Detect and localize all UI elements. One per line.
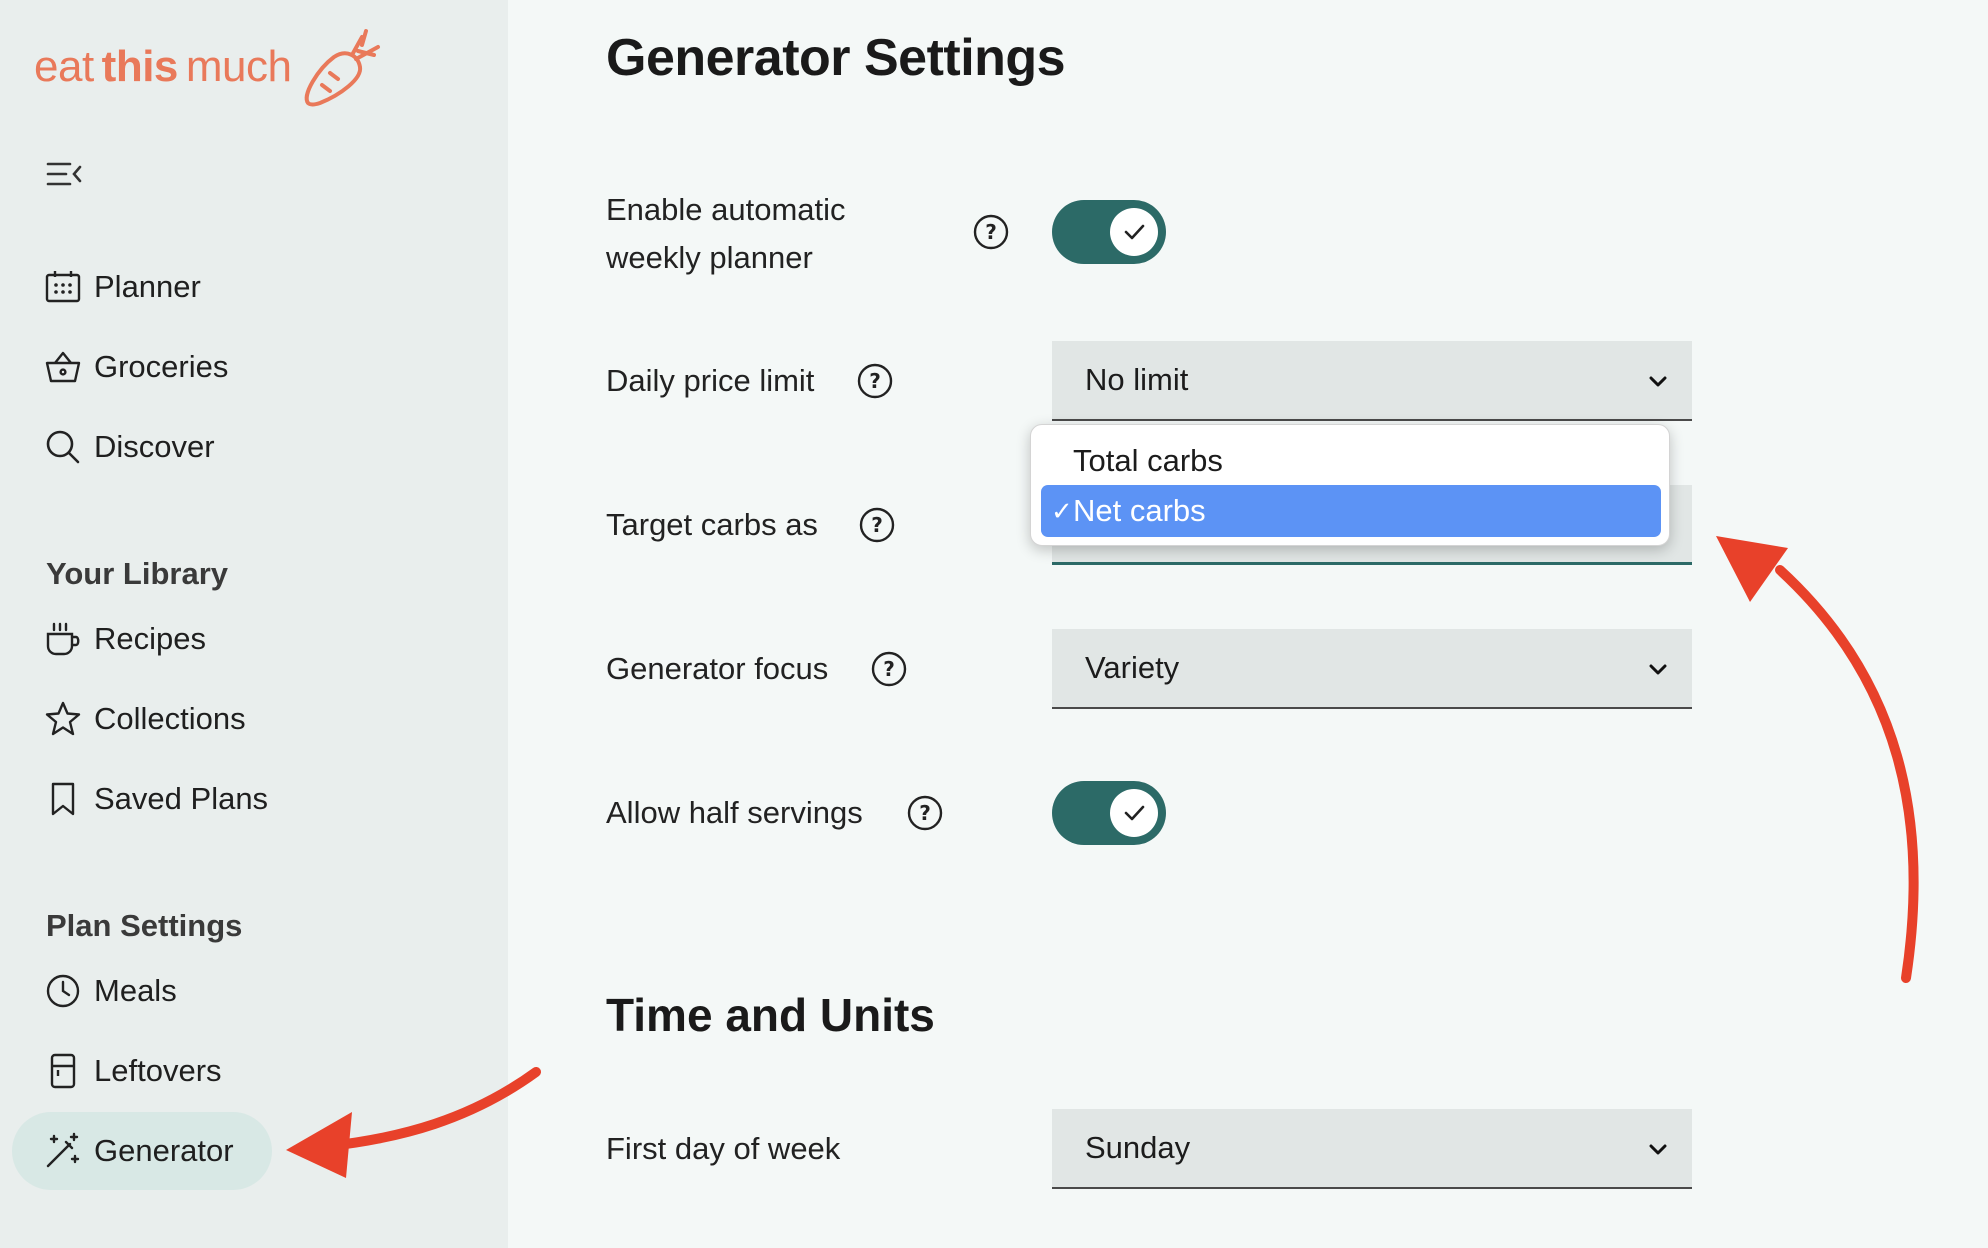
check-icon: [1124, 805, 1145, 821]
sidebar-item-label: Groceries: [94, 349, 229, 384]
first-day-select[interactable]: Sunday: [1052, 1109, 1692, 1189]
sidebar-item-groceries[interactable]: Groceries: [12, 328, 272, 406]
price-limit-label: Daily price limit: [606, 363, 815, 398]
star-icon: [45, 701, 81, 736]
carbs-option-total[interactable]: Total carbs: [1041, 435, 1661, 487]
generator-focus-value: Variety: [1085, 650, 1180, 685]
sidebar-item-planner[interactable]: Planner: [12, 248, 272, 326]
weekly-planner-toggle[interactable]: [1052, 200, 1166, 264]
sidebar-item-label: Meals: [94, 973, 177, 1008]
option-label: Net carbs: [1073, 493, 1206, 528]
menu-collapse-icon: [46, 162, 82, 186]
generator-focus-select[interactable]: Variety: [1052, 629, 1692, 709]
container-icon: [50, 1053, 76, 1089]
sidebar-item-label: Planner: [94, 269, 201, 304]
toggle-knob: [1110, 789, 1158, 837]
time-units-heading: Time and Units: [606, 989, 935, 1041]
focus-label: Generator focus: [606, 651, 829, 686]
page-title: Generator Settings: [606, 29, 1066, 87]
search-icon: [46, 430, 80, 464]
sidebar-item-generator[interactable]: Generator: [12, 1112, 272, 1190]
basket-icon: [45, 351, 81, 383]
svg-text:?: ?: [919, 801, 931, 825]
sidebar-item-discover[interactable]: Discover: [12, 408, 272, 486]
chevron-down-icon: [1649, 664, 1667, 675]
collapse-menu-button[interactable]: [44, 156, 84, 192]
cup-icon: [46, 622, 80, 656]
first-day-value: Sunday: [1085, 1130, 1191, 1165]
weekly-planner-label-line1: Enable automatic: [606, 192, 846, 227]
svg-text:?: ?: [871, 513, 883, 537]
carbs-option-net[interactable]: ✓ Net carbs: [1041, 485, 1661, 537]
help-icon[interactable]: ?: [972, 213, 1010, 251]
toggle-knob: [1110, 208, 1158, 256]
sidebar-item-label: Leftovers: [94, 1053, 222, 1088]
svg-text:?: ?: [985, 220, 997, 244]
svg-text:?: ?: [869, 369, 881, 393]
svg-text:?: ?: [883, 657, 895, 681]
logo-word-much: much: [185, 42, 292, 91]
carrot-logo-icon: [304, 29, 380, 107]
sidebar-item-label: Generator: [94, 1133, 234, 1168]
calendar-icon: [45, 271, 81, 303]
bookmark-icon: [51, 782, 75, 816]
sidebar-item-label: Saved Plans: [94, 781, 269, 816]
clock-icon: [46, 974, 80, 1008]
plan-settings-heading: Plan Settings: [46, 908, 243, 943]
sidebar-item-saved-plans[interactable]: Saved Plans: [12, 760, 272, 838]
sidebar-item-label: Discover: [94, 429, 215, 464]
sidebar-item-label: Recipes: [94, 621, 206, 656]
check-icon: [1124, 224, 1145, 240]
sidebar-item-meals[interactable]: Meals: [12, 952, 272, 1030]
chevron-down-icon: [1649, 1144, 1667, 1155]
checkmark-icon: ✓: [1051, 495, 1073, 526]
annotation-arrow-carbs: [1716, 536, 1919, 983]
price-limit-select[interactable]: No limit: [1052, 341, 1692, 421]
app-logo[interactable]: eat this much: [34, 22, 382, 112]
logo-word-eat: eat: [34, 42, 94, 91]
help-icon[interactable]: ?: [856, 362, 894, 400]
logo-word-this: this: [101, 42, 179, 91]
option-label: Total carbs: [1073, 443, 1223, 478]
sidebar-item-label: Collections: [94, 701, 246, 736]
carbs-label: Target carbs as: [606, 507, 818, 542]
price-limit-value: No limit: [1085, 362, 1189, 397]
help-icon[interactable]: ?: [858, 506, 896, 544]
sidebar-item-collections[interactable]: Collections: [12, 680, 272, 758]
first-day-label: First day of week: [606, 1131, 841, 1166]
sidebar: eat this much Planner Groceries Discover…: [0, 0, 508, 1248]
your-library-heading: Your Library: [46, 556, 229, 591]
weekly-planner-label-line2: weekly planner: [606, 240, 813, 275]
magic-wand-icon: [46, 1132, 80, 1168]
half-servings-toggle[interactable]: [1052, 781, 1166, 845]
help-icon[interactable]: ?: [906, 794, 944, 832]
help-icon[interactable]: ?: [870, 650, 908, 688]
weekly-planner-label: Enable automatic weekly planner: [606, 186, 846, 282]
half-servings-label: Allow half servings: [606, 795, 863, 830]
sidebar-item-leftovers[interactable]: Leftovers: [12, 1032, 272, 1110]
chevron-down-icon: [1649, 376, 1667, 387]
sidebar-item-recipes[interactable]: Recipes: [12, 600, 272, 678]
carbs-dropdown-menu: Total carbs ✓ Net carbs: [1030, 424, 1670, 546]
